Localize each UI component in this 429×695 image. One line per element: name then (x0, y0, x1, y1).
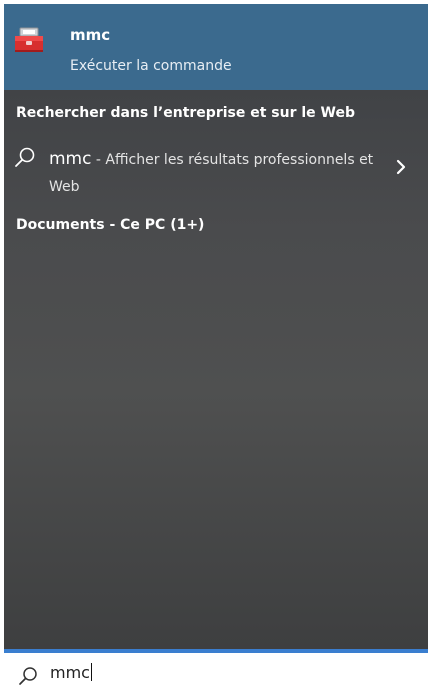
web-result-text: mmc - Afficher les résultats professionn… (49, 146, 379, 201)
search-box[interactable]: mmc (4, 653, 428, 695)
app-name: mmc (70, 26, 111, 44)
search-results-panel: mmc Exécuter la commande Rechercher dans… (4, 4, 428, 649)
web-search-result[interactable]: mmc - Afficher les résultats professionn… (4, 136, 428, 204)
web-query: mmc (49, 149, 92, 169)
app-subtitle: Exécuter la commande (70, 58, 232, 74)
search-icon (15, 147, 35, 167)
best-match-item-mmc[interactable]: mmc Exécuter la commande (4, 4, 428, 90)
text-caret (90, 663, 92, 681)
web-search-heading: Rechercher dans l’entreprise et sur le W… (16, 105, 355, 121)
toolbox-icon (15, 27, 43, 52)
search-icon (19, 667, 37, 685)
web-result-description: - Afficher les résultats professionnels … (49, 152, 374, 195)
documents-heading[interactable]: Documents - Ce PC (1+) (16, 217, 204, 233)
chevron-right-icon[interactable] (394, 158, 408, 176)
search-input-value: mmc (50, 663, 90, 682)
search-input[interactable]: mmc (50, 663, 92, 682)
